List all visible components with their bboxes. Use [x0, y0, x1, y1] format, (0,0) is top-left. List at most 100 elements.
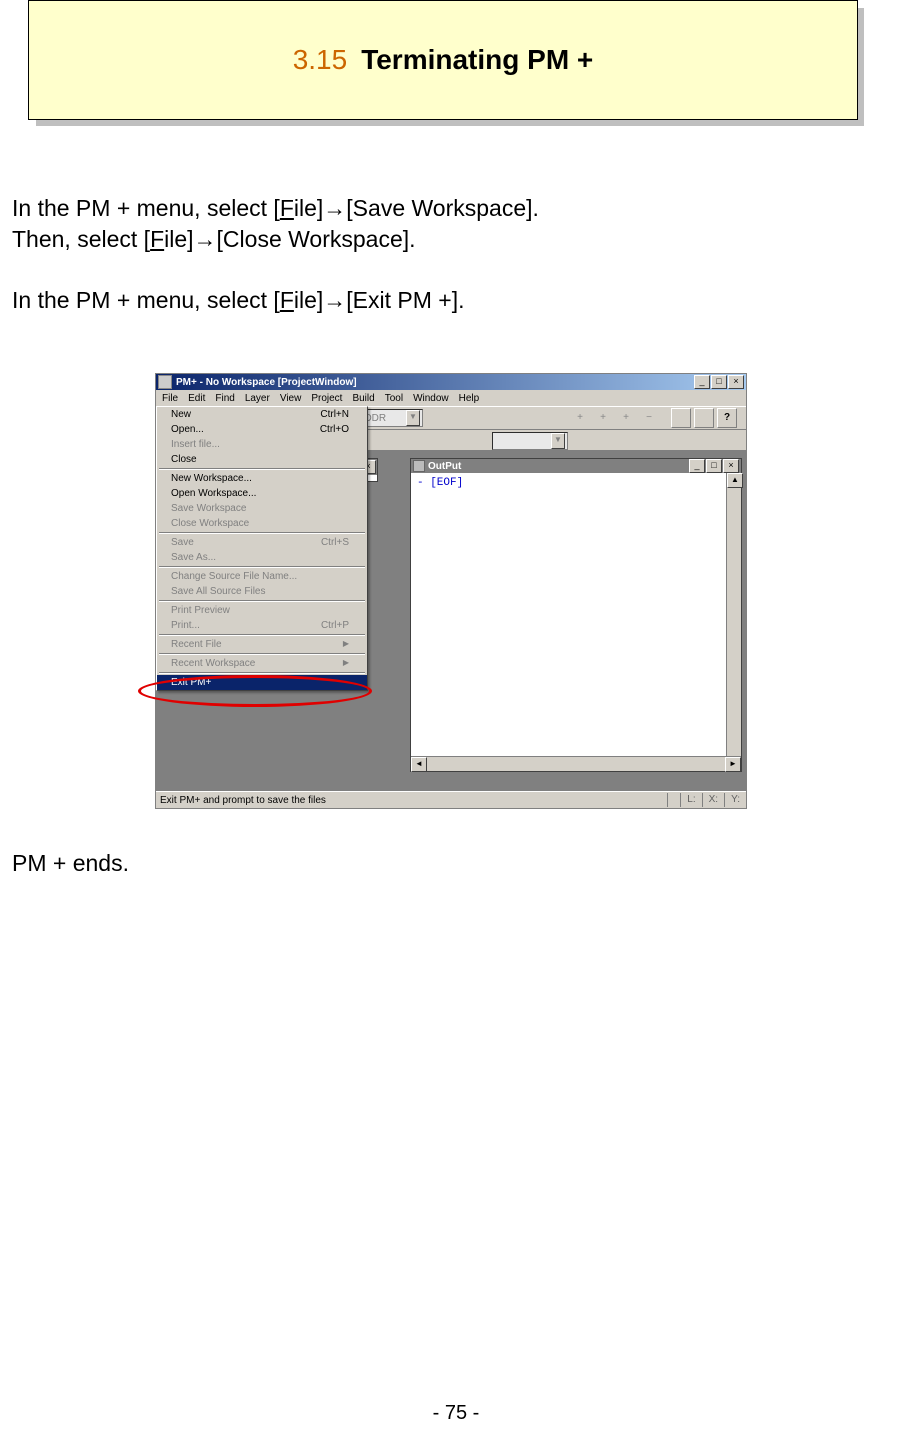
toolbar-button[interactable]	[686, 431, 706, 451]
menu-item-label: Save As...	[171, 552, 216, 563]
p3-a: In the PM + menu, select [	[12, 287, 280, 313]
toolbar-button[interactable]: +	[570, 408, 590, 428]
minimize-button[interactable]: _	[689, 459, 705, 473]
close-button[interactable]: ×	[728, 375, 744, 389]
mnemonic-f: F	[150, 226, 164, 252]
p2-b: ile]→[Close Workspace].	[164, 226, 415, 252]
menu-item-label: Save Workspace	[171, 503, 246, 514]
menu-item[interactable]: Open Workspace...	[157, 486, 367, 501]
toolbar-button[interactable]: +	[593, 408, 613, 428]
status-cell	[667, 793, 680, 807]
menu-layer[interactable]: Layer	[245, 393, 270, 404]
mnemonic-f: F	[280, 195, 294, 221]
vertical-scrollbar[interactable]: ▲	[726, 473, 741, 757]
menu-separator	[159, 600, 365, 602]
menu-view[interactable]: View	[280, 393, 302, 404]
paragraph-1: In the PM + menu, select [File]→[Save Wo…	[12, 193, 539, 255]
horizontal-scrollbar[interactable]: ◄ ►	[411, 756, 741, 771]
help-icon[interactable]: ?	[717, 408, 737, 428]
close-button[interactable]: ×	[723, 459, 739, 473]
menu-tool[interactable]: Tool	[385, 393, 403, 404]
menu-item-accel: Ctrl+N	[320, 409, 349, 420]
scroll-left-icon[interactable]: ◄	[411, 757, 427, 772]
menu-find[interactable]: Find	[215, 393, 234, 404]
toolbar-button[interactable]: +	[616, 408, 636, 428]
menu-item[interactable]: Close	[157, 452, 367, 467]
mnemonic-f: F	[280, 287, 294, 313]
menu-item: Change Source File Name...	[157, 569, 367, 584]
app-icon	[158, 375, 172, 389]
statusbar: Exit PM+ and prompt to save the files L:…	[156, 791, 746, 808]
screenshot-pmplus: PM+ - No Workspace [ProjectWindow] _ □ ×…	[155, 373, 747, 809]
menu-project[interactable]: Project	[311, 393, 342, 404]
menu-help[interactable]: Help	[459, 393, 480, 404]
menu-item-label: New Workspace...	[171, 473, 252, 484]
menu-item-label: Recent Workspace	[171, 658, 255, 669]
menu-separator	[159, 634, 365, 636]
window-title: PM+ - No Workspace [ProjectWindow]	[176, 377, 357, 388]
toolbar-button[interactable]	[571, 431, 591, 451]
toolbar-combo[interactable]: ▼	[492, 432, 568, 450]
menu-separator	[159, 672, 365, 674]
menu-item[interactable]: New Workspace...	[157, 471, 367, 486]
output-titlebar: OutPut _ □ ×	[411, 459, 741, 473]
status-line: L:	[680, 793, 701, 807]
minimize-button[interactable]: _	[694, 375, 710, 389]
p3-b: ile]→[Exit PM +].	[294, 287, 465, 313]
submenu-arrow-icon: ▶	[343, 639, 349, 650]
section-heading: 3.15 Terminating PM +	[28, 0, 858, 120]
window-titlebar: PM+ - No Workspace [ProjectWindow] _ □ ×	[156, 374, 746, 390]
menu-item-label: Save	[171, 537, 194, 548]
menu-item: Print... Ctrl+P	[157, 618, 367, 633]
toolbar-button[interactable]	[640, 431, 660, 451]
menu-build[interactable]: Build	[352, 393, 374, 404]
menu-item[interactable]: New Ctrl+N	[157, 407, 367, 422]
status-y: Y:	[724, 793, 746, 807]
file-menu-dropdown: NewCtrl+NOpen...Ctrl+OInsert file...Clos…	[156, 406, 368, 691]
menu-item[interactable]: Exit PM+	[157, 675, 367, 690]
maximize-button[interactable]: □	[711, 375, 727, 389]
menu-item-accel: Ctrl+O	[320, 424, 349, 435]
submenu-arrow-icon: ▶	[343, 658, 349, 669]
toolbar-button[interactable]	[594, 431, 614, 451]
section-number: 3.15	[293, 44, 348, 76]
output-window: OutPut _ □ × - [EOF] ▲ ◄ ►	[410, 458, 742, 772]
toolbar-button[interactable]: −	[639, 408, 659, 428]
toolbar-button[interactable]	[694, 408, 714, 428]
menu-separator	[159, 566, 365, 568]
menu-item-label: Print...	[171, 620, 200, 631]
status-x: X:	[702, 793, 724, 807]
menu-item-label: New	[171, 409, 191, 420]
menu-item-label: Open...	[171, 424, 204, 435]
toolbar-button[interactable]	[671, 408, 691, 428]
dropdown-icon[interactable]: ▼	[551, 433, 565, 449]
menu-edit[interactable]: Edit	[188, 393, 205, 404]
toolbar-button[interactable]	[663, 431, 683, 451]
menu-item: Save As...	[157, 550, 367, 565]
output-icon	[413, 460, 425, 472]
menu-item-label: Change Source File Name...	[171, 571, 297, 582]
menu-item: Print Preview	[157, 603, 367, 618]
scroll-right-icon[interactable]: ►	[725, 757, 741, 772]
menu-item-label: Print Preview	[171, 605, 230, 616]
maximize-button[interactable]: □	[706, 459, 722, 473]
menu-file[interactable]: File	[162, 393, 178, 404]
output-content: - [EOF]	[413, 475, 727, 757]
menu-item-accel: Ctrl+S	[321, 537, 349, 548]
menu-window[interactable]: Window	[413, 393, 449, 404]
menubar: File Edit Find Layer View Project Build …	[156, 390, 746, 406]
status-text: Exit PM+ and prompt to save the files	[160, 795, 326, 806]
dropdown-icon[interactable]: ▼	[406, 410, 420, 426]
scroll-up-icon[interactable]: ▲	[727, 473, 743, 488]
menu-separator	[159, 653, 365, 655]
menu-item[interactable]: Open... Ctrl+O	[157, 422, 367, 437]
page-number: - 75 -	[0, 1402, 912, 1425]
output-title: OutPut	[428, 461, 461, 472]
paragraph-2: In the PM + menu, select [File]→[Exit PM…	[12, 285, 465, 316]
menu-item-accel: Ctrl+P	[321, 620, 349, 631]
menu-separator	[159, 468, 365, 470]
menu-item: Close Workspace	[157, 516, 367, 531]
toolbar-button[interactable]	[617, 431, 637, 451]
p1-a: In the PM + menu, select [	[12, 195, 280, 221]
menu-item-label: Close Workspace	[171, 518, 249, 529]
